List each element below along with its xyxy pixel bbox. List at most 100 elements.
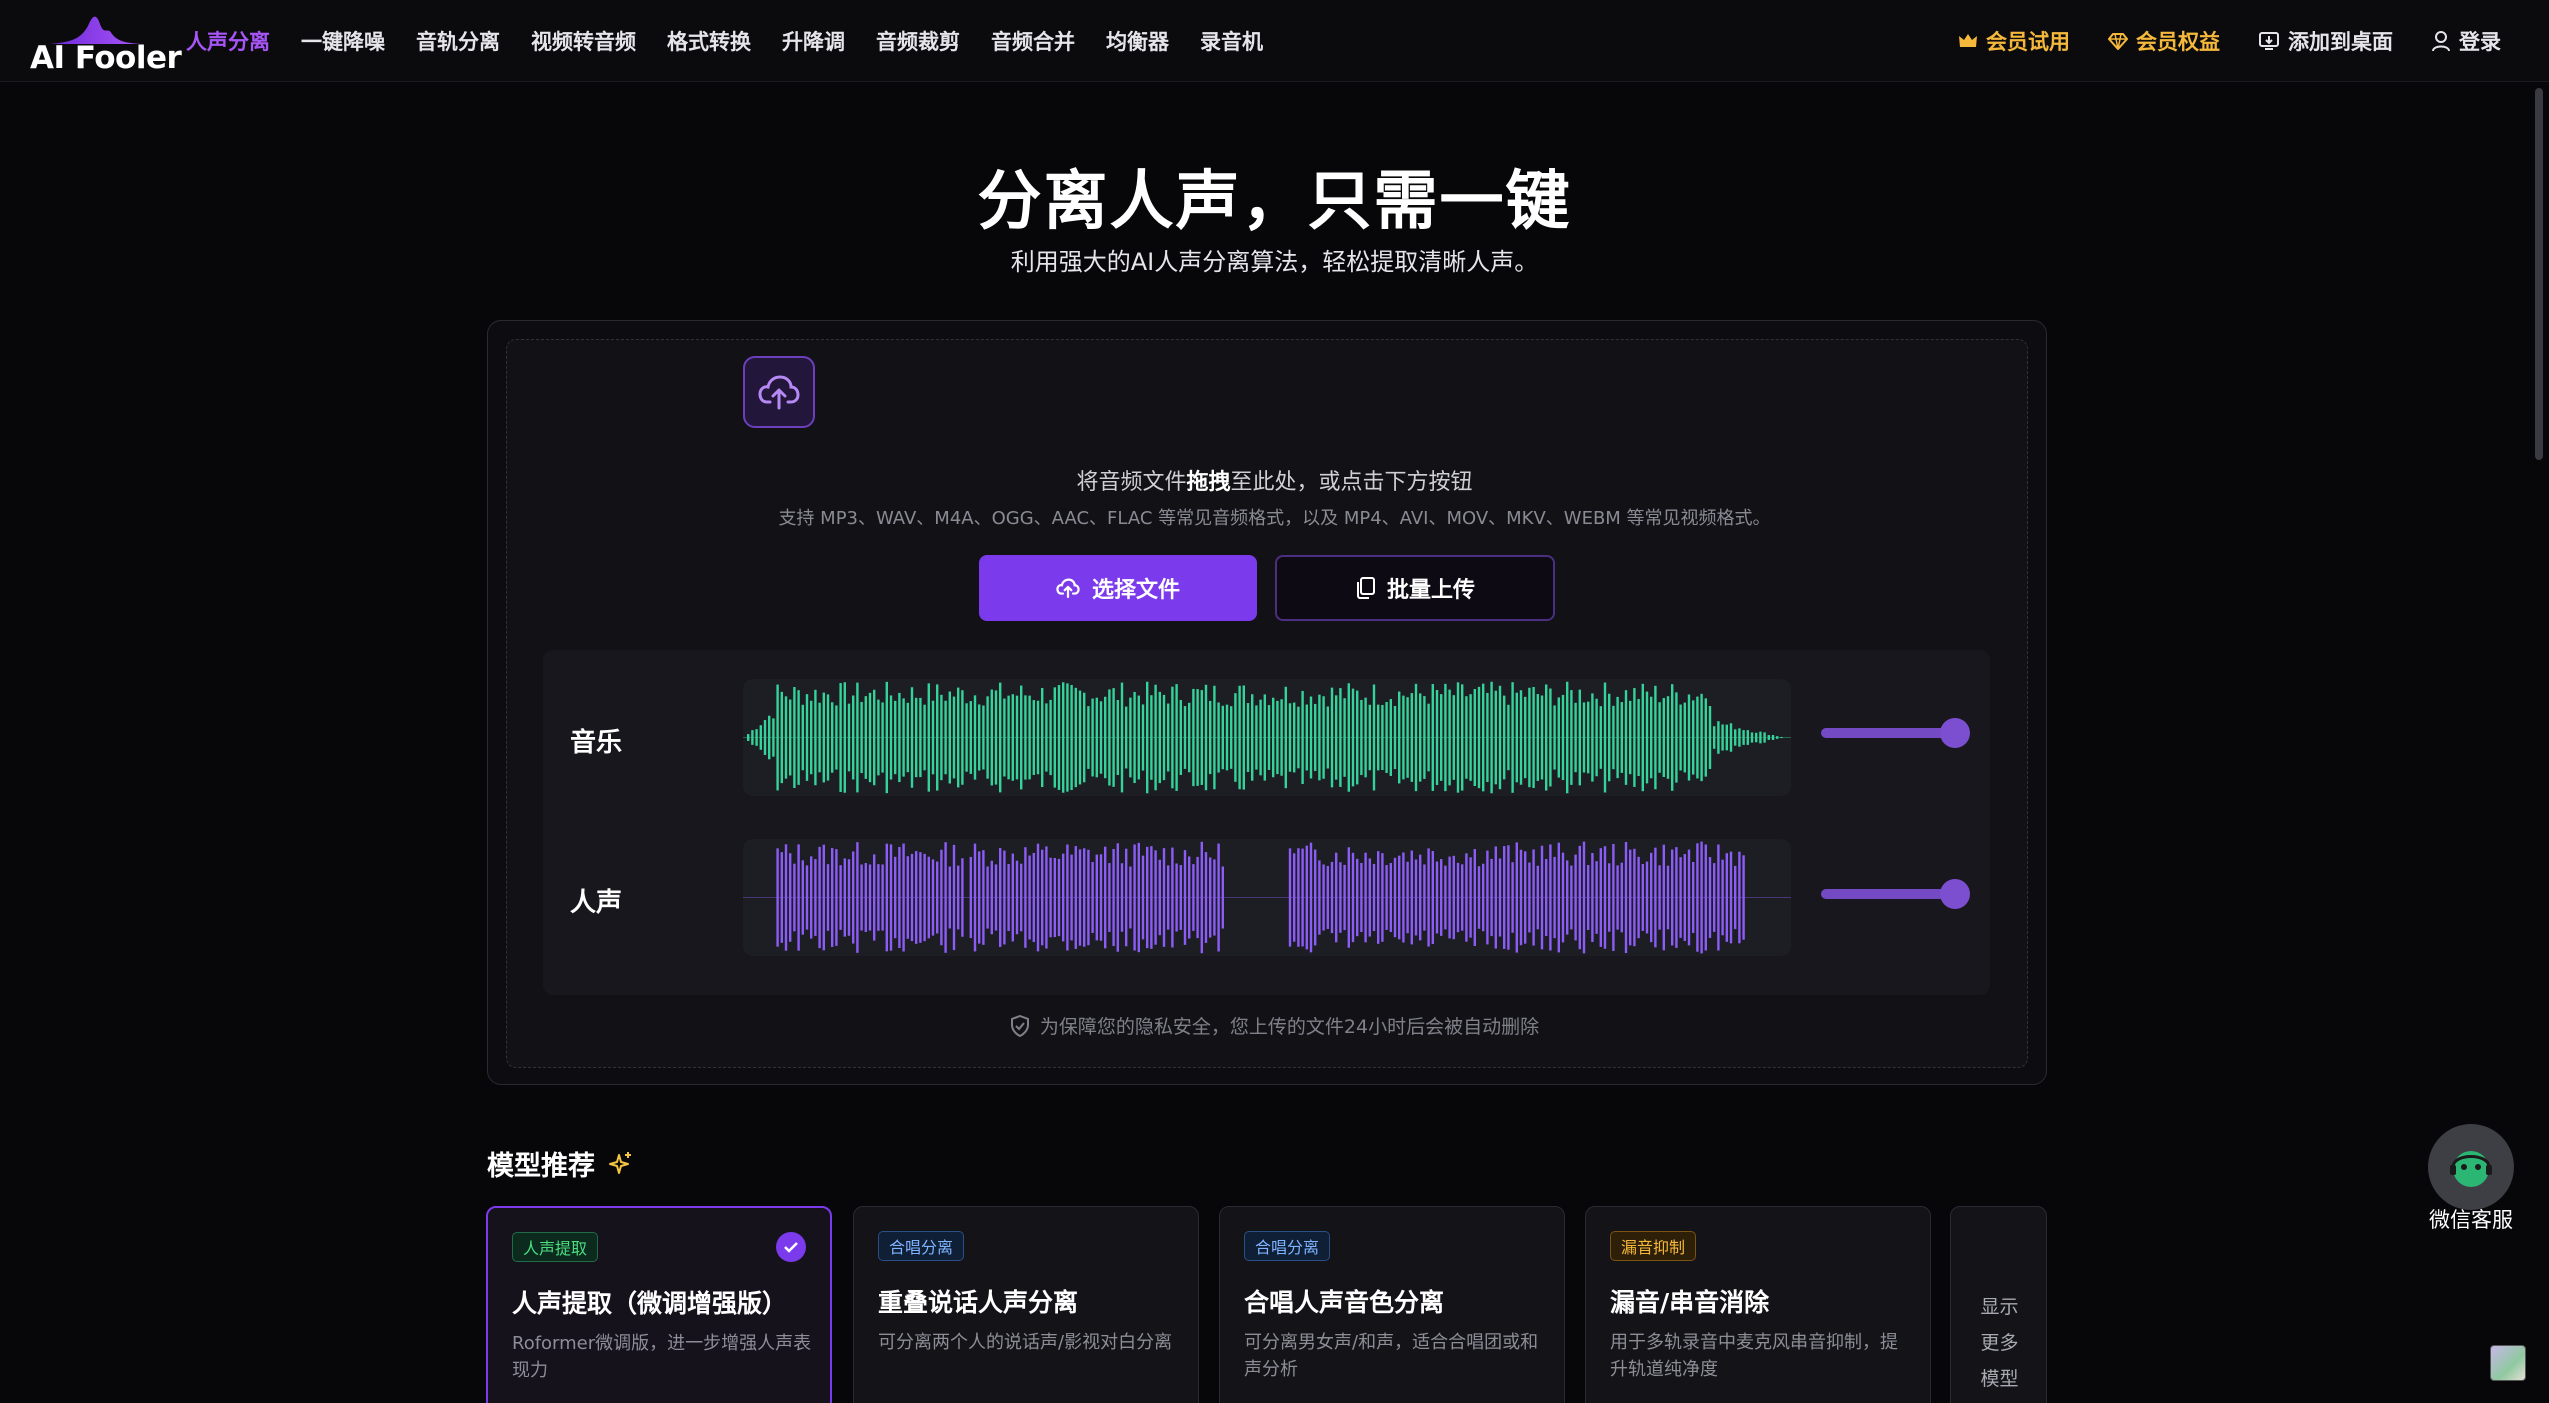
waveform-bar	[1482, 683, 1485, 792]
waveform-bar	[1771, 735, 1775, 740]
waveform-bar	[1385, 702, 1388, 773]
nav-link-equalizer[interactable]: 均衡器	[1106, 26, 1169, 56]
waveform-bar	[1532, 849, 1535, 946]
wechat-support-button[interactable]	[2428, 1124, 2514, 1210]
member-benefits-link[interactable]: 会员权益	[2108, 26, 2220, 56]
show-more-line: 显示	[1980, 1296, 2019, 1318]
add-to-desktop-link[interactable]: 添加到桌面	[2258, 26, 2393, 56]
selected-check-icon	[776, 1232, 806, 1262]
nav-link-track-separation[interactable]: 音轨分离	[416, 26, 500, 56]
waveform-bar	[1536, 865, 1539, 930]
nav-link-audio-merge[interactable]: 音频合并	[991, 26, 1075, 56]
model-card-overlap-speech[interactable]: 合唱分离 重叠说话人声分离 可分离两个人的说话声/影视对白分离	[853, 1206, 1199, 1403]
nav-link-recorder[interactable]: 录音机	[1200, 26, 1263, 56]
waveform-bar	[1280, 699, 1283, 776]
model-card-chorus-timbre[interactable]: 合唱分离 合唱人声音色分离 可分离男女声/和声，适合合唱团或和声分析	[1219, 1206, 1565, 1403]
waveform-bar	[1654, 685, 1657, 790]
nav-link-pitch[interactable]: 升降调	[782, 26, 845, 56]
waveform-bar	[1263, 694, 1266, 781]
vocal-volume-knob[interactable]	[1940, 879, 1970, 909]
waveform-bar	[1125, 706, 1128, 769]
select-file-button[interactable]: 选择文件	[979, 555, 1257, 621]
vocal-waveform-graphic	[743, 841, 1791, 954]
waveform-bar	[772, 718, 775, 757]
waveform-bar	[1465, 696, 1468, 779]
waveform-bar	[1221, 705, 1224, 770]
show-more-label: 显示 更多 模型	[1951, 1289, 2048, 1397]
waveform-bar	[1183, 706, 1187, 769]
waveform-bar	[1196, 689, 1199, 786]
waveform-bar	[1234, 693, 1237, 782]
waveform-bar	[1209, 857, 1212, 938]
batch-upload-button[interactable]: 批量上传	[1275, 555, 1555, 621]
waveform-bar	[1179, 700, 1182, 775]
upload-cloud-button[interactable]	[743, 356, 815, 428]
waveform-bar	[818, 846, 821, 949]
nav-link-format-convert[interactable]: 格式转换	[667, 26, 751, 56]
nav-link-video-to-audio[interactable]: 视频转音频	[531, 26, 636, 56]
waveform-bar	[763, 720, 767, 755]
waveform-bar	[1402, 852, 1405, 943]
waveform-bar	[923, 704, 926, 771]
music-volume-slider[interactable]	[1821, 718, 1970, 748]
waveform-bar	[1293, 702, 1296, 773]
waveform-bar	[1511, 862, 1514, 933]
waveform-bar	[1242, 685, 1245, 790]
page-scrollbar[interactable]	[2535, 88, 2543, 460]
model-tag: 合唱分离	[1244, 1231, 1331, 1261]
login-link[interactable]: 登录	[2431, 26, 2501, 56]
member-trial-link[interactable]: 会员试用	[1958, 26, 2070, 56]
waveform-bar	[831, 702, 834, 773]
music-waveform-graphic	[743, 681, 1791, 794]
waveform-bar	[973, 843, 977, 952]
waveform-bar	[1419, 854, 1422, 941]
waveform-bar	[1175, 863, 1178, 932]
model-card-vocal-extract[interactable]: 人声提取 人声提取（微调增强版） Roformer微调版，进一步增强人声表现力	[486, 1206, 832, 1403]
waveform-bar	[902, 698, 905, 777]
nav-link-denoise[interactable]: 一键降噪	[301, 26, 385, 56]
waveform-bar	[847, 703, 851, 772]
waveform-bar	[1570, 865, 1573, 930]
waveform-bar	[1683, 854, 1686, 941]
waveform-bar	[755, 729, 758, 746]
model-title: 漏音/串音消除	[1610, 1288, 1770, 1317]
waveform-bar	[1591, 852, 1594, 943]
waveform-bar	[885, 843, 888, 952]
waveform-bar	[978, 851, 981, 944]
waveform-bar	[910, 853, 914, 942]
waveform-bar	[1368, 858, 1371, 937]
waveform-bar	[1654, 847, 1657, 948]
waveform-bar	[894, 856, 897, 939]
waveform-bar	[1776, 736, 1779, 739]
thumbnail-image[interactable]	[2490, 1345, 2526, 1381]
waveform-bar	[843, 682, 846, 793]
vocal-volume-slider[interactable]	[1821, 879, 1970, 909]
waveform-bar	[1494, 846, 1497, 949]
waveform-bar	[1112, 688, 1115, 787]
waveform-bar	[1431, 684, 1434, 791]
waveform-bar	[1351, 852, 1355, 943]
nav-link-audio-trim[interactable]: 音频裁剪	[876, 26, 960, 56]
waveform-bar	[1511, 682, 1514, 793]
waveform-bar	[1196, 856, 1199, 939]
waveform-bar	[1616, 865, 1619, 930]
waveform-bar	[898, 846, 901, 949]
nav-link-vocal-separation[interactable]: 人声分离	[186, 26, 270, 56]
waveform-bar	[923, 853, 926, 942]
waveform-bar	[1007, 695, 1010, 780]
waveform-bar	[1486, 692, 1489, 783]
waveform-bar	[1377, 704, 1380, 771]
waveform-bar	[1070, 854, 1073, 941]
music-volume-knob[interactable]	[1940, 718, 1970, 748]
desktop-add-icon	[2259, 32, 2279, 50]
model-card-bleed-removal[interactable]: 漏音抑制 漏音/串音消除 用于多轨录音中麦克风串音抑制，提升轨道纯净度	[1585, 1206, 1931, 1403]
waveform-bar	[1133, 844, 1136, 951]
waveform-bar	[1683, 702, 1686, 773]
logo[interactable]: AI Fooler	[28, 12, 182, 76]
waveform-bar	[1717, 721, 1720, 754]
waveform-bar	[1414, 859, 1418, 936]
waveform-bar	[952, 844, 956, 951]
waveform-bar	[994, 690, 998, 785]
waveform-bar	[1738, 728, 1741, 747]
show-more-models-button[interactable]: 显示 更多 模型	[1950, 1206, 2047, 1403]
